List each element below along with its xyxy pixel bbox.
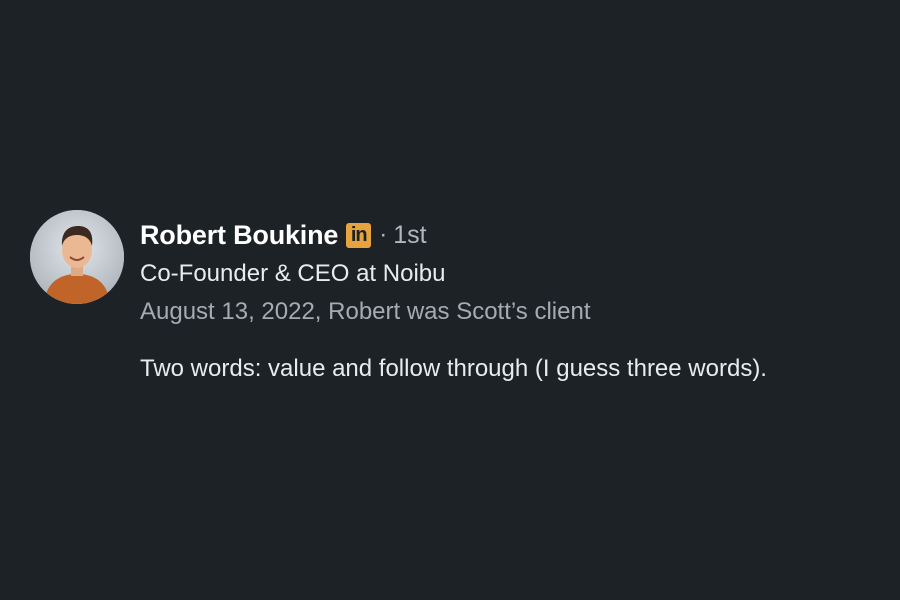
recommendation-text: Two words: value and follow through (I g…: [140, 355, 767, 382]
recommendation-content: Robert Boukine in · 1st Co-Founder & CEO…: [140, 218, 890, 383]
author-headline: Co-Founder & CEO at Noibu: [140, 260, 446, 287]
name-row: Robert Boukine in · 1st: [140, 218, 890, 252]
avatar[interactable]: [30, 210, 124, 304]
recommendation-card: Robert Boukine in · 1st Co-Founder & CEO…: [30, 210, 890, 410]
author-name[interactable]: Robert Boukine: [140, 220, 338, 251]
connection-degree: 1st: [393, 220, 427, 249]
profile-photo-icon: [30, 210, 124, 304]
recommendation-meta: August 13, 2022, Robert was Scott’s clie…: [140, 298, 591, 325]
separator-dot: ·: [379, 221, 388, 248]
linkedin-premium-icon[interactable]: in: [346, 222, 372, 248]
